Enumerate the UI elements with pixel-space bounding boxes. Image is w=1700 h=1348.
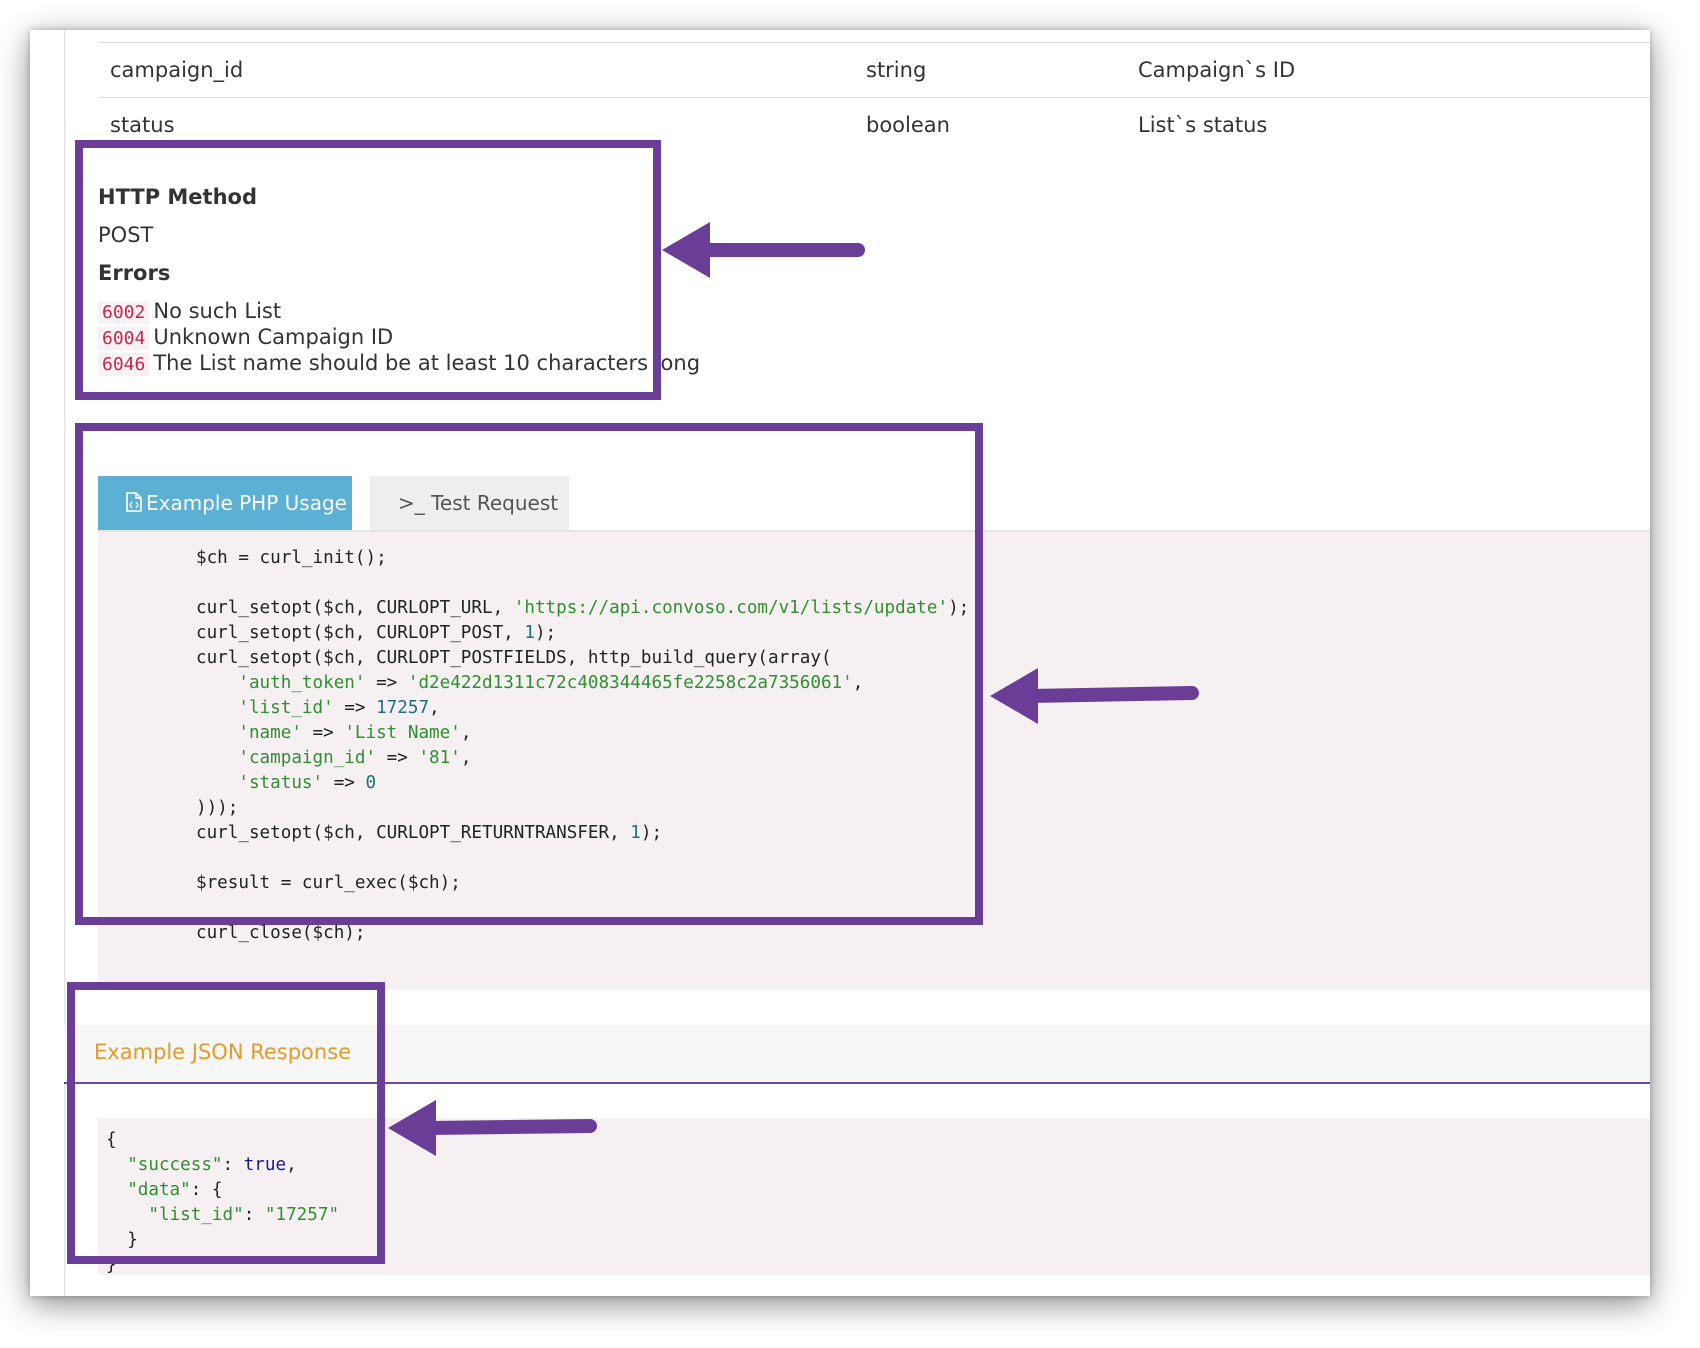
annotation-arrows	[388, 222, 1199, 1156]
arrow-icon	[662, 222, 865, 278]
arrow-icon	[388, 1100, 597, 1156]
arrow-icon	[990, 668, 1199, 724]
